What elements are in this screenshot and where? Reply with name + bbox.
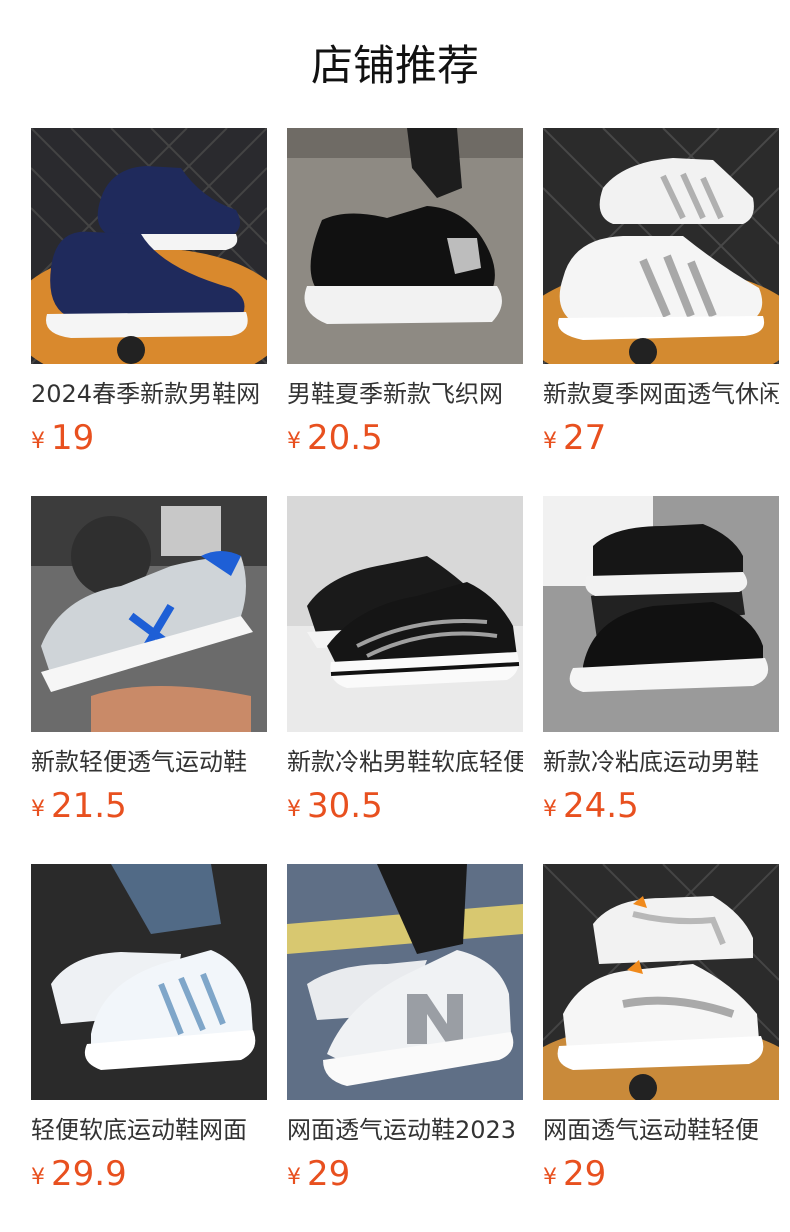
- price-value: 29: [563, 1154, 607, 1194]
- currency-symbol: ¥: [543, 797, 557, 822]
- product-image[interactable]: [31, 496, 267, 732]
- white-n-sneaker-image: [287, 864, 523, 1100]
- product-card[interactable]: 新款轻便透气运动鞋 ¥21.5: [31, 496, 267, 864]
- product-card[interactable]: 轻便软底运动鞋网面 ¥29.9: [31, 864, 267, 1232]
- black-wave-sneakers-image: [287, 496, 523, 732]
- product-card[interactable]: 网面透气运动鞋2023 ¥29: [287, 864, 523, 1232]
- product-name[interactable]: 新款夏季网面透气休闲: [543, 378, 779, 410]
- product-image[interactable]: [287, 496, 523, 732]
- product-price: ¥24.5: [543, 786, 779, 826]
- black-knit-sneakers-image: [543, 496, 779, 732]
- currency-symbol: ¥: [543, 1165, 557, 1190]
- product-grid: 2024春季新款男鞋网 ¥19 男鞋夏季新款飞织网 ¥20.5 新款夏季网面透气…: [31, 128, 779, 1232]
- product-image[interactable]: [287, 128, 523, 364]
- currency-symbol: ¥: [287, 429, 301, 454]
- product-name[interactable]: 网面透气运动鞋2023: [287, 1114, 523, 1146]
- product-name[interactable]: 轻便软底运动鞋网面: [31, 1114, 267, 1146]
- section-title: 店铺推荐: [310, 41, 479, 90]
- price-value: 29: [307, 1154, 351, 1194]
- product-price: ¥19: [31, 418, 267, 458]
- product-price: ¥29: [287, 1154, 523, 1194]
- currency-symbol: ¥: [31, 429, 45, 454]
- product-price: ¥27: [543, 418, 779, 458]
- white-orange-sneakers-image: [543, 864, 779, 1100]
- currency-symbol: ¥: [31, 797, 45, 822]
- product-card[interactable]: 新款夏季网面透气休闲 ¥27: [543, 128, 779, 496]
- product-name[interactable]: 网面透气运动鞋轻便: [543, 1114, 779, 1146]
- currency-symbol: ¥: [287, 797, 301, 822]
- product-image[interactable]: [31, 128, 267, 364]
- product-name[interactable]: 男鞋夏季新款飞织网: [287, 378, 523, 410]
- navy-slip-on-sneakers-image: [31, 128, 267, 364]
- product-price: ¥20.5: [287, 418, 523, 458]
- grey-blue-x-sneaker-image: [31, 496, 267, 732]
- product-price: ¥30.5: [287, 786, 523, 826]
- price-value: 27: [563, 418, 607, 458]
- currency-symbol: ¥: [543, 429, 557, 454]
- product-image[interactable]: [543, 496, 779, 732]
- product-price: ¥21.5: [31, 786, 267, 826]
- price-value: 29.9: [51, 1154, 127, 1194]
- product-image[interactable]: [543, 128, 779, 364]
- product-card[interactable]: 网面透气运动鞋轻便 ¥29: [543, 864, 779, 1232]
- product-image[interactable]: [287, 864, 523, 1100]
- currency-symbol: ¥: [287, 1165, 301, 1190]
- black-sock-sneaker-image: [287, 128, 523, 364]
- product-card[interactable]: 新款冷粘底运动男鞋 ¥24.5: [543, 496, 779, 864]
- product-card[interactable]: 新款冷粘男鞋软底轻便 ¥30.5: [287, 496, 523, 864]
- product-card[interactable]: 男鞋夏季新款飞织网 ¥20.5: [287, 128, 523, 496]
- product-name[interactable]: 新款冷粘男鞋软底轻便: [287, 746, 523, 778]
- product-price: ¥29: [543, 1154, 779, 1194]
- product-name[interactable]: 新款冷粘底运动男鞋: [543, 746, 779, 778]
- price-value: 24.5: [563, 786, 639, 826]
- product-card[interactable]: 2024春季新款男鞋网 ¥19: [31, 128, 267, 496]
- price-value: 30.5: [307, 786, 383, 826]
- currency-symbol: ¥: [31, 1165, 45, 1190]
- white-striped-sneakers-image: [543, 128, 779, 364]
- product-name[interactable]: 2024春季新款男鞋网: [31, 378, 267, 410]
- price-value: 21.5: [51, 786, 127, 826]
- price-value: 19: [51, 418, 95, 458]
- white-blue-stripe-sneakers-image: [31, 864, 267, 1100]
- price-value: 20.5: [307, 418, 383, 458]
- product-name[interactable]: 新款轻便透气运动鞋: [31, 746, 267, 778]
- product-image[interactable]: [31, 864, 267, 1100]
- product-price: ¥29.9: [31, 1154, 267, 1194]
- product-image[interactable]: [543, 864, 779, 1100]
